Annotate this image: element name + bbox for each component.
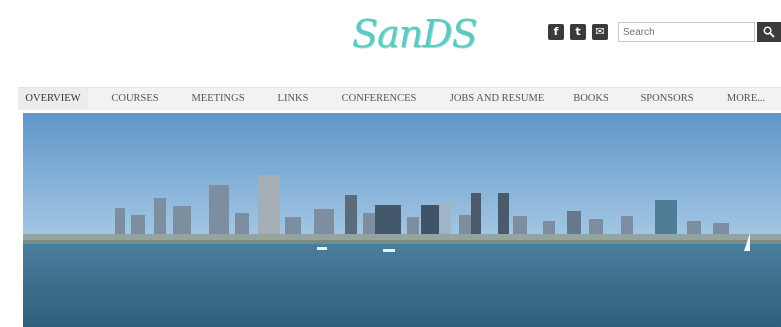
twitter-icon[interactable]: t: [570, 24, 586, 40]
site-header: SanDS f t ✉: [0, 0, 781, 86]
nav-item-books[interactable]: BOOKS: [565, 88, 617, 110]
site-logo[interactable]: SanDS: [352, 10, 478, 58]
search-icon: [763, 26, 775, 38]
nav-item-overview[interactable]: OVERVIEW: [18, 88, 88, 110]
logo-text: SanDS: [352, 12, 478, 56]
search-button[interactable]: [757, 22, 781, 42]
nav-item-jobs-and-resume[interactable]: JOBS AND RESUME: [442, 88, 552, 110]
nav-item-sponsors[interactable]: SPONSORS: [632, 88, 702, 110]
hero-banner: [23, 113, 781, 327]
san-diego-skyline-image: [23, 113, 781, 327]
main-nav: OVERVIEW COURSES MEETINGS LINKS CONFEREN…: [18, 87, 781, 110]
email-icon[interactable]: ✉: [592, 24, 608, 40]
nav-item-meetings[interactable]: MEETINGS: [184, 88, 252, 110]
nav-item-conferences[interactable]: CONFERENCES: [332, 88, 426, 110]
nav-item-more[interactable]: MORE...: [718, 88, 774, 110]
nav-item-courses[interactable]: COURSES: [102, 88, 168, 110]
nav-item-links[interactable]: LINKS: [270, 88, 316, 110]
search-input[interactable]: [618, 22, 755, 42]
facebook-icon[interactable]: f: [548, 24, 564, 40]
